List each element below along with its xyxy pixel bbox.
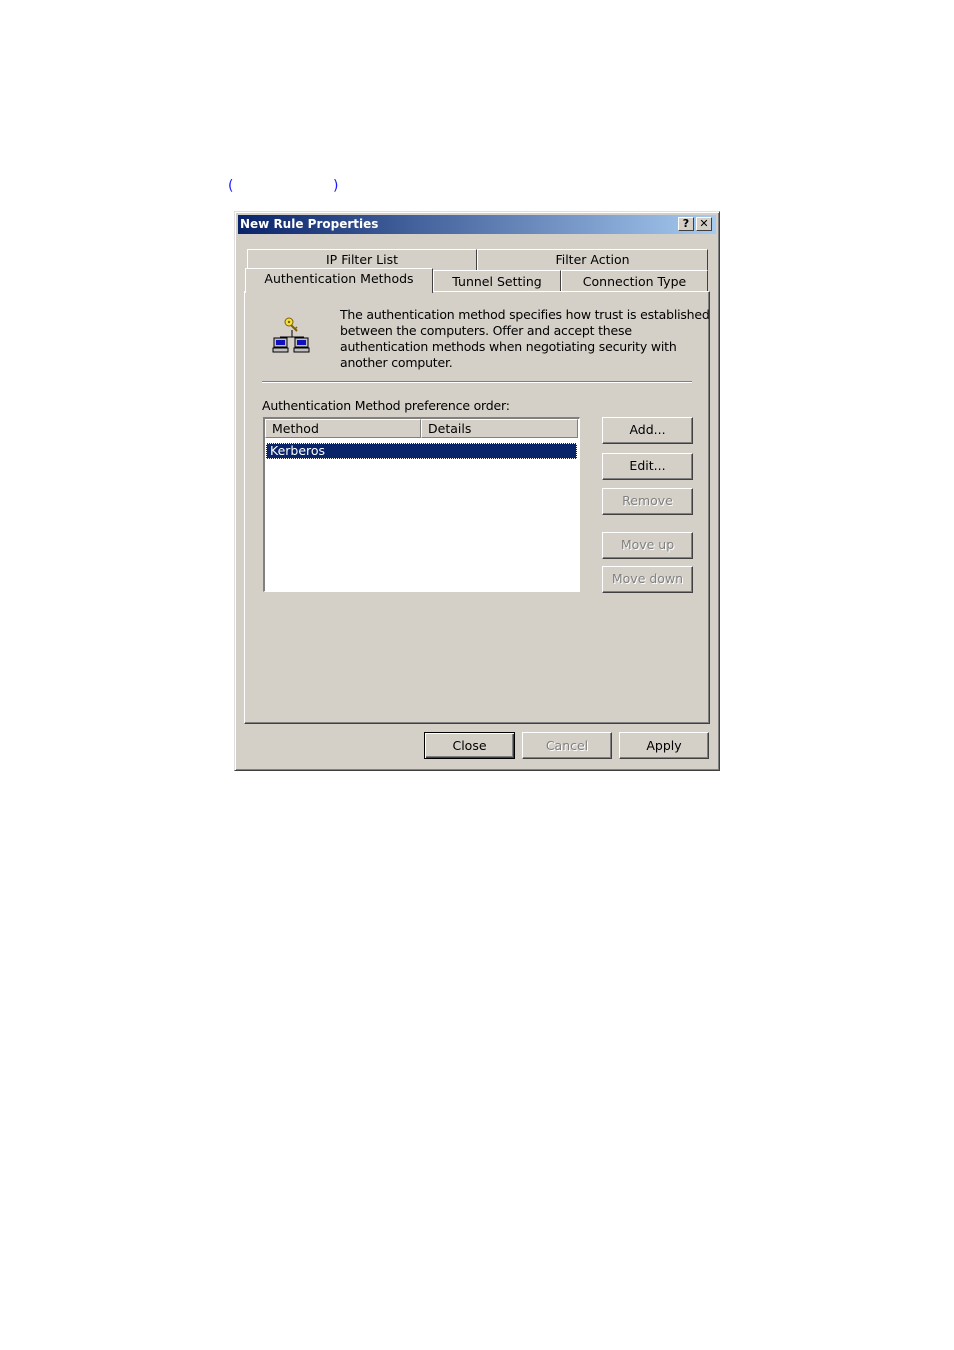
authentication-methods-list[interactable]: Method Details Kerberos (263, 417, 580, 592)
close-button[interactable]: Close (424, 732, 515, 759)
move-down-button[interactable]: Move down (602, 566, 693, 593)
column-header-details[interactable]: Details (421, 419, 578, 438)
window-title: New Rule Properties (240, 217, 379, 231)
tab-ip-filter-list[interactable]: IP Filter List (247, 249, 477, 270)
edit-button[interactable]: Edit... (602, 453, 693, 480)
remove-button[interactable]: Remove (602, 488, 693, 515)
tab-connection-type[interactable]: Connection Type (561, 270, 708, 292)
move-up-button[interactable]: Move up (602, 532, 693, 559)
description-line: authentication methods when negotiating … (340, 339, 677, 354)
preference-order-label: Authentication Method preference order: (262, 398, 510, 413)
caption-close-paren: ) (333, 178, 339, 194)
description-line: The authentication method specifies how … (340, 307, 710, 322)
tab-authentication-methods[interactable]: Authentication Methods (245, 268, 433, 293)
cancel-button[interactable]: Cancel (522, 732, 612, 759)
tab-tunnel-setting[interactable]: Tunnel Setting (433, 270, 561, 292)
description-line: another computer. (340, 355, 453, 370)
separator (262, 381, 692, 383)
method-cell: Kerberos (270, 443, 326, 458)
key-computers-icon (272, 317, 310, 353)
tab-filter-action[interactable]: Filter Action (477, 249, 708, 270)
apply-button[interactable]: Apply (619, 732, 709, 759)
help-button[interactable]: ? (678, 217, 694, 231)
caption-open-paren: ( (228, 178, 234, 194)
list-item-kerberos[interactable]: Kerberos (266, 443, 577, 459)
description-text: The authentication method specifies how … (340, 307, 710, 371)
column-header-method[interactable]: Method (265, 419, 421, 438)
add-button[interactable]: Add... (602, 417, 693, 444)
title-bar: New Rule Properties ? ✕ (238, 215, 716, 234)
close-window-button[interactable]: ✕ (696, 217, 712, 231)
description-line: between the computers. Offer and accept … (340, 323, 632, 338)
